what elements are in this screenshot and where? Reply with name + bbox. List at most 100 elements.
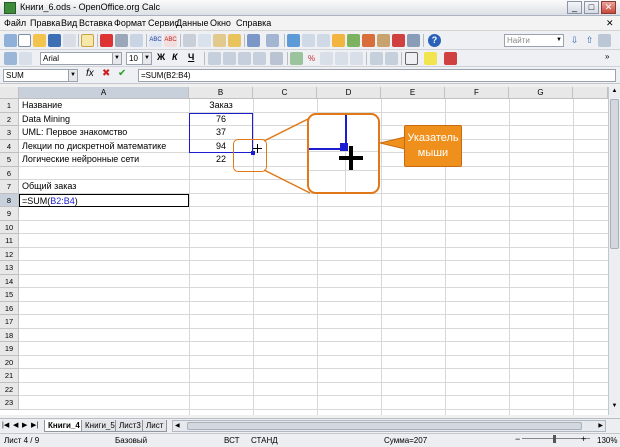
bold-button[interactable]: Ж [157, 52, 165, 62]
zoom-icon[interactable] [407, 34, 420, 47]
zoom-in-icon[interactable]: + [581, 434, 586, 444]
justify-icon[interactable] [253, 52, 266, 65]
menu-help[interactable]: Справка [236, 18, 271, 28]
styles-list-icon[interactable] [19, 52, 32, 65]
close-button[interactable]: ✕ [601, 1, 616, 14]
next-sheet-icon[interactable]: ▶ [22, 421, 27, 429]
spellcheck-icon[interactable]: ABC [149, 34, 162, 47]
font-color-icon[interactable] [444, 52, 457, 65]
sort-descending-icon[interactable] [317, 34, 330, 47]
italic-button[interactable]: К [172, 52, 178, 62]
standard-format-icon[interactable] [320, 52, 333, 65]
open-folder-icon[interactable] [33, 34, 46, 47]
menu-edit[interactable]: Правка [30, 18, 60, 28]
draw-functions-icon[interactable] [392, 34, 405, 47]
find-dropdown-icon[interactable]: ▼ [556, 35, 564, 46]
find-options-icon[interactable] [598, 34, 611, 47]
insert-chart-icon[interactable] [332, 34, 345, 47]
scroll-up-icon[interactable]: ▲ [610, 88, 619, 97]
sheet-tab-4[interactable]: Лист [142, 420, 168, 432]
selection-mode[interactable]: СТАНД [251, 436, 278, 445]
remove-decimal-icon[interactable] [350, 52, 363, 65]
sheet-tab-2[interactable]: Книги_5 [81, 420, 119, 432]
previous-sheet-icon[interactable]: ◀ [13, 421, 18, 429]
page-preview-icon[interactable] [130, 34, 143, 47]
menu-format[interactable]: Формат [114, 18, 146, 28]
percent-format-icon[interactable]: % [305, 52, 318, 65]
zoom-level[interactable]: 130% [597, 436, 617, 445]
insert-mode[interactable]: ВСТ [224, 436, 239, 445]
find-next-icon[interactable]: ⇩ [568, 34, 581, 47]
align-left-icon[interactable] [208, 52, 221, 65]
autospellcheck-icon[interactable]: ABC [164, 34, 177, 47]
sort-ascending-icon[interactable] [302, 34, 315, 47]
maximize-button[interactable]: □ [584, 1, 599, 14]
menu-window[interactable]: Окно [210, 18, 231, 28]
zoom-slider-thumb[interactable] [553, 435, 556, 443]
styles-formatting-icon[interactable] [4, 52, 17, 65]
undo-icon[interactable] [247, 34, 260, 47]
email-icon[interactable] [63, 34, 76, 47]
zoom-out-icon[interactable]: − [515, 434, 520, 444]
page-style[interactable]: Базовый [115, 436, 147, 445]
new-document-icon[interactable] [18, 34, 31, 47]
redo-icon[interactable] [266, 34, 279, 47]
font-size-select[interactable]: 10 ▼ [126, 52, 152, 65]
print-icon[interactable] [115, 34, 128, 47]
zoom-slider[interactable] [522, 438, 590, 439]
formatting-toolbar: Arial ▼ 10 ▼ Ж К Ч % » [0, 50, 620, 67]
vertical-scrollbar[interactable]: ▲ ▼ [608, 87, 620, 415]
menu-data[interactable]: Данные [176, 18, 209, 28]
font-name-select[interactable]: Arial ▼ [40, 52, 122, 65]
hyperlink-icon[interactable] [287, 34, 300, 47]
cancel-icon[interactable]: ✖ [102, 68, 110, 79]
toolbar-options-icon[interactable] [4, 34, 17, 47]
align-right-icon[interactable] [238, 52, 251, 65]
merge-cells-icon[interactable] [270, 52, 283, 65]
first-sheet-icon[interactable]: |◀ [2, 421, 9, 429]
navigator-icon[interactable] [347, 34, 360, 47]
edit-file-icon[interactable] [81, 34, 94, 47]
export-pdf-icon[interactable] [100, 34, 113, 47]
formula-input[interactable]: =SUM(B2:B4) [138, 69, 616, 82]
close-document-icon[interactable]: ✕ [606, 18, 616, 28]
align-center-icon[interactable] [223, 52, 236, 65]
cut-icon[interactable] [183, 34, 196, 47]
minimize-button[interactable]: _ [567, 1, 582, 14]
currency-format-icon[interactable] [290, 52, 303, 65]
menu-file[interactable]: Файл [4, 18, 26, 28]
sheet-tab-1[interactable]: Книги_4 [44, 420, 84, 432]
toolbar-overflow-icon[interactable]: » [605, 52, 609, 61]
spreadsheet-grid[interactable]: A B C D E F G 1 2 3 4 5 6 7 8 9 10 11 12 13 14 15 16 17 1… [0, 87, 608, 415]
add-decimal-icon[interactable] [335, 52, 348, 65]
borders-icon[interactable] [405, 52, 418, 65]
data-sources-icon[interactable] [377, 34, 390, 47]
horizontal-scrollbar[interactable]: ◀ ▶ [172, 420, 606, 432]
scroll-right-icon[interactable]: ▶ [598, 421, 603, 431]
background-color-icon[interactable] [424, 52, 437, 65]
name-box[interactable]: SUM ▼ [3, 69, 78, 82]
accept-icon[interactable]: ✔ [118, 68, 126, 79]
format-paintbrush-icon[interactable] [228, 34, 241, 47]
menu-view[interactable]: Вид [61, 18, 77, 28]
last-sheet-icon[interactable]: ▶| [31, 421, 38, 429]
save-icon[interactable] [48, 34, 61, 47]
decrease-indent-icon[interactable] [370, 52, 383, 65]
gallery-icon[interactable] [362, 34, 375, 47]
copy-icon[interactable] [198, 34, 211, 47]
help-icon[interactable]: ? [428, 34, 441, 47]
underline-button[interactable]: Ч [188, 52, 194, 62]
scroll-down-icon[interactable]: ▼ [610, 403, 619, 412]
hscroll-thumb[interactable] [187, 422, 582, 430]
increase-indent-icon[interactable] [385, 52, 398, 65]
menu-insert[interactable]: Вставка [79, 18, 112, 28]
menu-tools[interactable]: Сервис [148, 18, 179, 28]
function-wizard-icon[interactable]: fx [86, 68, 94, 79]
find-previous-icon[interactable]: ⇧ [583, 34, 596, 47]
find-input[interactable]: Найти [504, 34, 564, 47]
sheet-tab-3[interactable]: Лист3 [115, 420, 145, 432]
paste-icon[interactable] [213, 34, 226, 47]
scrollbar-thumb[interactable] [610, 99, 619, 249]
chevron-down-icon: ▼ [112, 53, 121, 64]
scroll-left-icon[interactable]: ◀ [175, 421, 180, 431]
